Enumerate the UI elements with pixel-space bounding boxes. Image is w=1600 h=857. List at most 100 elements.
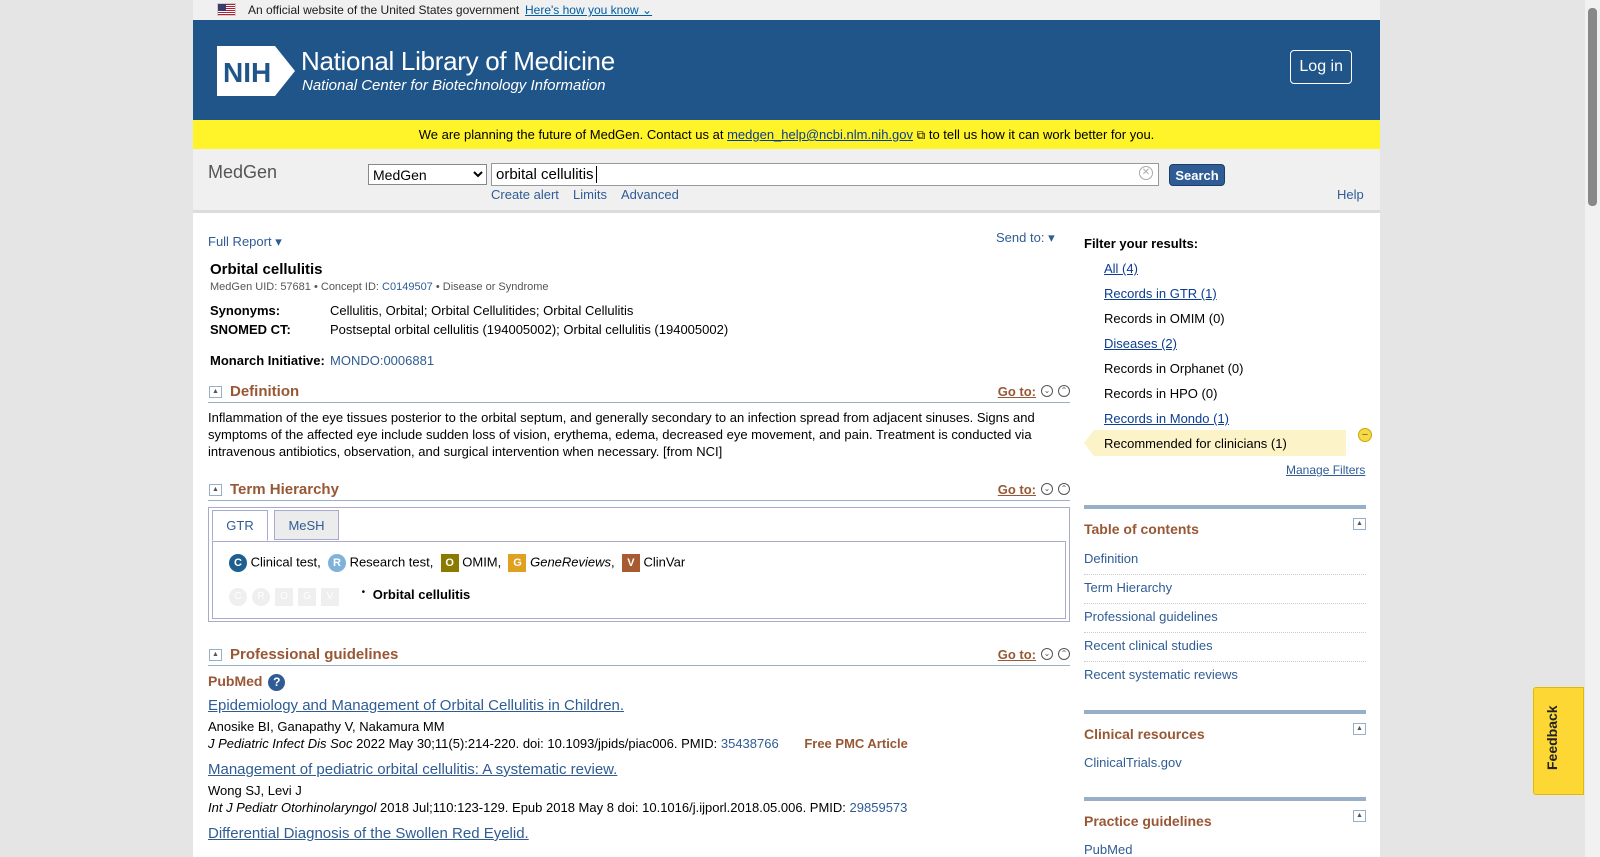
research-test-icon: R <box>327 554 346 572</box>
hierarchy-tab-body: C Clinical test, R Research test, O OMIM… <box>212 541 1066 619</box>
help-email-link[interactable]: medgen_help@ncbi.nlm.nih.gov <box>727 127 913 142</box>
pmid-link[interactable]: 35438766 <box>721 736 779 751</box>
hierarchy-node: Orbital cellulitis <box>372 587 471 602</box>
collapse-icon[interactable]: ▲ <box>1353 723 1366 735</box>
ghost-genereviews-icon: G <box>298 588 316 606</box>
toc-item-definition[interactable]: Definition <box>1084 551 1366 575</box>
next-section-icon[interactable]: ⌄ <box>1041 648 1053 660</box>
article-title-link[interactable]: Epidemiology and Management of Orbital C… <box>208 697 624 714</box>
ghost-clinvar-icon: V <box>321 588 339 606</box>
database-select[interactable]: MedGen <box>368 164 487 185</box>
format-menu[interactable]: Full Report ▾ <box>208 234 282 250</box>
ghost-omim-icon: O <box>275 588 293 606</box>
collapse-icon[interactable]: ▲ <box>209 386 222 398</box>
guidelines-heading: Professional guidelines <box>230 646 399 663</box>
filter-orphanet: Records in Orphanet (0) <box>1104 361 1244 376</box>
us-flag-icon <box>217 3 236 16</box>
advanced-link[interactable]: Advanced <box>621 187 679 202</box>
term-hierarchy-section-header: ▲ Term Hierarchy Go to: ⌄ ⌃ <box>208 481 1070 501</box>
tab-gtr[interactable]: GTR <box>212 510 268 541</box>
collapse-icon[interactable]: ▲ <box>1353 518 1366 530</box>
collapse-icon[interactable]: ▲ <box>209 484 222 496</box>
tab-mesh[interactable]: MeSH <box>274 510 339 540</box>
filter-all[interactable]: All (4) <box>1104 261 1138 276</box>
practice-divider <box>1084 797 1366 801</box>
site-subtitle: National Center for Biotechnology Inform… <box>302 77 606 94</box>
next-section-icon[interactable]: ⌄ <box>1041 483 1053 495</box>
toc-heading: Table of contents <box>1084 521 1199 537</box>
toc-item-recent-clinical-studies[interactable]: Recent clinical studies <box>1084 638 1366 662</box>
record-meta: MedGen UID: 57681 • Concept ID: C0149507… <box>210 281 549 293</box>
manage-filters-link[interactable]: Manage Filters <box>1286 463 1365 477</box>
svg-text:NIH: NIH <box>223 57 271 88</box>
limits-link[interactable]: Limits <box>573 187 607 202</box>
free-pmc-link[interactable]: Free PMC Article <box>804 736 908 751</box>
collapse-icon[interactable]: ▲ <box>1353 810 1366 822</box>
chevron-down-icon: ⌄ <box>642 3 653 17</box>
page: An official website of the United States… <box>193 0 1380 857</box>
search-button[interactable]: Search <box>1169 164 1225 186</box>
nih-logo-icon[interactable]: NIH <box>217 46 297 96</box>
article-citation: Int J Pediatr Otorhinolaryngol 2018 Jul;… <box>208 800 908 815</box>
send-to-menu[interactable]: Send to: ▾ <box>996 230 1055 246</box>
scrollbar[interactable] <box>1585 0 1600 857</box>
clinical-test-icon: C <box>229 554 247 572</box>
synonyms-value: Cellulitis, Orbital; Orbital Cellulitide… <box>330 303 634 318</box>
filter-recommended[interactable]: Recommended for clinicians (1) <box>1104 436 1287 451</box>
prev-section-icon[interactable]: ⌃ <box>1058 385 1070 397</box>
goto-link[interactable]: Go to: <box>998 384 1036 399</box>
remove-filter-icon[interactable]: − <box>1358 428 1372 442</box>
filter-hpo: Records in HPO (0) <box>1104 386 1218 401</box>
snomed-value: Postseptal orbital cellulitis (194005002… <box>330 322 729 337</box>
article-authors: Wong SJ, Levi J <box>208 783 302 798</box>
definition-section-header: ▲ Definition Go to: ⌄ ⌃ <box>208 383 1070 403</box>
toc-item-professional-guidelines[interactable]: Professional guidelines <box>1084 609 1366 633</box>
article-citation: J Pediatric Infect Dis Soc 2022 May 30;1… <box>208 736 908 751</box>
toc-item-term-hierarchy[interactable]: Term Hierarchy <box>1084 580 1366 604</box>
copy-icon[interactable]: ⧉ <box>917 128 926 142</box>
prev-section-icon[interactable]: ⌃ <box>1058 648 1070 660</box>
filter-heading: Filter your results: <box>1084 236 1199 251</box>
pmid-link[interactable]: 29859573 <box>850 800 908 815</box>
article-title-link[interactable]: Differential Diagnosis of the Swollen Re… <box>208 825 529 842</box>
ghost-research-icon: R <box>252 588 270 606</box>
site-title[interactable]: National Library of Medicine <box>301 46 615 77</box>
gov-banner-text: An official website of the United States… <box>248 3 520 17</box>
banner-text-pre: We are planning the future of MedGen. Co… <box>418 127 724 142</box>
genereviews-icon: G <box>508 554 527 572</box>
how-you-know-link[interactable]: Here's how you know ⌄ <box>525 3 652 17</box>
toc-item-recent-systematic-reviews[interactable]: Recent systematic reviews <box>1084 667 1366 690</box>
filter-gtr[interactable]: Records in GTR (1) <box>1104 286 1217 301</box>
search-bar: MedGen MedGen orbital cellulitis ✕ Searc… <box>193 149 1380 213</box>
login-button[interactable]: Log in <box>1290 50 1352 84</box>
toc-divider <box>1084 505 1366 509</box>
caret-down-icon: ▾ <box>275 234 282 249</box>
goto-link[interactable]: Go to: <box>998 482 1036 497</box>
guidelines-section-header: ▲ Professional guidelines Go to: ⌄ ⌃ <box>208 646 1070 666</box>
create-alert-link[interactable]: Create alert <box>491 187 559 202</box>
feedback-button[interactable]: Feedback <box>1533 687 1584 795</box>
clear-search-icon[interactable]: ✕ <box>1139 166 1153 180</box>
help-icon[interactable]: ? <box>268 674 286 691</box>
scrollbar-thumb[interactable] <box>1588 8 1597 206</box>
monarch-label: Monarch Initiative: <box>210 353 325 368</box>
filter-diseases[interactable]: Diseases (2) <box>1104 336 1177 351</box>
monarch-link[interactable]: MONDO:0006881 <box>330 353 434 368</box>
article-authors: Anosike BI, Ganapathy V, Nakamura MM <box>208 719 445 734</box>
help-link[interactable]: Help <box>1337 187 1364 202</box>
omim-icon: O <box>440 554 459 572</box>
definition-text: Inflammation of the eye tissues posterio… <box>208 410 1035 459</box>
collapse-icon[interactable]: ▲ <box>209 649 222 661</box>
ghost-clinical-icon: C <box>229 588 247 606</box>
filter-mondo[interactable]: Records in Mondo (1) <box>1104 411 1229 426</box>
concept-id-link[interactable]: C0149507 <box>382 281 433 293</box>
next-section-icon[interactable]: ⌄ <box>1041 385 1053 397</box>
announcement-banner: We are planning the future of MedGen. Co… <box>193 120 1380 149</box>
prev-section-icon[interactable]: ⌃ <box>1058 483 1070 495</box>
clinical-resources-heading: Clinical resources <box>1084 726 1205 742</box>
goto-link[interactable]: Go to: <box>998 647 1036 662</box>
clinicaltrials-link[interactable]: ClinicalTrials.gov <box>1084 755 1366 778</box>
article-title-link[interactable]: Management of pediatric orbital cellulit… <box>208 761 617 778</box>
practice-pubmed-link[interactable]: PubMed <box>1084 842 1366 857</box>
search-input[interactable]: orbital cellulitis <box>491 163 1159 186</box>
